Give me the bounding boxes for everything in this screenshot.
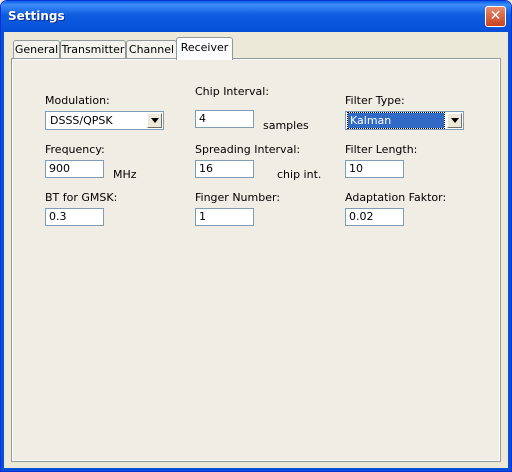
tab-transmitter[interactable]: Transmitter [60,40,126,59]
window-title: Settings [8,9,65,23]
frequency-unit: MHz [113,168,137,181]
bt-gmsk-field[interactable]: 0.3 [45,208,104,226]
chip-interval-label: Chip Interval: [195,85,270,98]
window-frame-right [508,32,511,470]
window-frame-left [1,32,4,470]
title-bar[interactable]: Settings ✕ [1,1,511,32]
close-button[interactable]: ✕ [485,6,506,27]
filter-type-value: Kalman [347,112,445,129]
spreading-interval-label: Spreading Interval: [195,143,301,156]
chip-interval-field[interactable]: 4 [195,110,254,128]
frequency-field[interactable]: 900 [45,160,104,178]
spreading-interval-field[interactable]: 16 [195,160,254,178]
chip-interval-unit: samples [263,119,309,132]
filter-length-label: Filter Length: [345,143,418,156]
receiver-panel: Modulation: DSSS/QPSK Frequency: 900 MHz… [11,58,501,462]
filter-type-select[interactable]: Kalman [345,111,464,130]
chevron-down-icon [151,118,159,123]
settings-window: Settings ✕ General Transmitter Channel R… [0,0,512,472]
close-icon: ✕ [489,8,502,24]
tab-general[interactable]: General [13,40,60,59]
adaptation-faktor-field[interactable]: 0.02 [345,208,404,226]
spreading-interval-unit: chip int. [277,168,322,181]
finger-number-label: Finger Number: [195,191,281,204]
modulation-select[interactable]: DSSS/QPSK [45,111,164,130]
window-frame-bottom [1,468,511,471]
tab-channel[interactable]: Channel [126,40,177,59]
modulation-value: DSSS/QPSK [50,114,113,127]
adaptation-faktor-label: Adaptation Faktor: [345,191,447,204]
bt-gmsk-label: BT for GMSK: [45,191,118,204]
modulation-label: Modulation: [45,94,110,107]
tab-receiver[interactable]: Receiver [176,37,233,60]
filter-type-label: Filter Type: [345,94,405,107]
chevron-down-icon [451,118,459,123]
frequency-label: Frequency: [45,143,105,156]
receiver-panel-body: Modulation: DSSS/QPSK Frequency: 900 MHz… [13,60,499,460]
filter-type-dropdown-button[interactable] [447,113,462,128]
filter-length-field[interactable]: 10 [345,160,404,178]
modulation-dropdown-button[interactable] [147,113,162,128]
finger-number-field[interactable]: 1 [195,208,254,226]
